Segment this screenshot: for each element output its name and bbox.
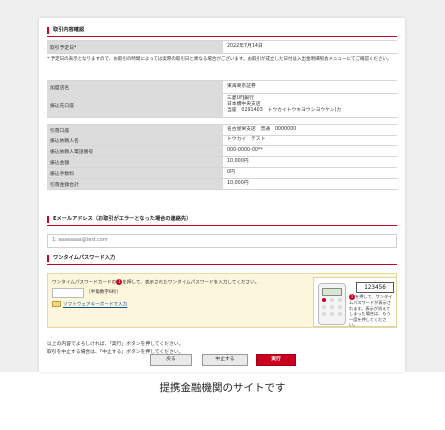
keyboard-icon bbox=[52, 301, 61, 307]
otp-panel: ワンタイムパスワードカードの 1 を押して、表示されたワンタイムパスワードを入力して… bbox=[47, 273, 397, 328]
detail-label: 引落口座 bbox=[47, 125, 223, 135]
token-button-icon bbox=[330, 305, 334, 309]
confirm-line-1: 以上の内容でよろしければ、「実行」ボタンを押してください。 bbox=[47, 342, 184, 347]
section-divider bbox=[47, 36, 397, 37]
detail-value: 名古屋栄支店 普通 0000000 bbox=[227, 127, 297, 132]
token-screen bbox=[322, 288, 342, 296]
token-button-icon bbox=[322, 312, 326, 316]
otp-input-hint: （半角数字6桁） bbox=[86, 290, 122, 295]
destination-value: 三菱UFJ銀行 日本橋中央支店 当座 0291403 トウカイトウキヨウシヨウケ… bbox=[227, 93, 397, 117]
screenshot-frame: 取引内容確認 取引予定日* 2022年7月14日 * 予定日の表示となりますので… bbox=[0, 0, 445, 372]
detail-row: 振込金額 10,000円 bbox=[47, 157, 397, 168]
detail-value: 10,000円 bbox=[227, 181, 249, 186]
confirmation-card: 取引内容確認 取引予定日* 2022年7月14日 * 予定日の表示となりますので… bbox=[39, 18, 405, 372]
token-lcd-display: 123456 bbox=[356, 282, 394, 293]
detail-label: 引落金額合計 bbox=[47, 179, 223, 189]
image-caption: 提携金融機関のサイトです bbox=[159, 382, 286, 394]
date-row: 取引予定日* 2022年7月14日 bbox=[47, 40, 397, 54]
date-note: * 予定日の表示となりますので、お取引の時間によっては実際の取引日と異なる場合が… bbox=[47, 57, 392, 62]
device-note-text: を押して、ワンタイムパスワードが表示されます。表示が消えてしまった場合は、もう一… bbox=[349, 294, 393, 327]
software-keyboard-link[interactable]: ソフトウェアキーボードで入力 bbox=[52, 301, 127, 308]
detail-label: 振込依頼人電話番号 bbox=[47, 146, 223, 156]
detail-row: 振込手数料 0円 bbox=[47, 168, 397, 179]
email-field[interactable]: 1: aaaaaaaa@test.com bbox=[47, 234, 397, 248]
section-divider bbox=[47, 264, 397, 265]
detail-label: 振込手数料 bbox=[47, 168, 223, 178]
date-label: 取引予定日* bbox=[47, 41, 223, 53]
transaction-section-title: 取引内容確認 bbox=[47, 27, 84, 34]
destination-row: 振込先口座 三菱UFJ銀行 日本橋中央支店 当座 0291403 トウカイトウキ… bbox=[47, 93, 397, 118]
token-button-icon bbox=[322, 298, 326, 302]
token-button-icon bbox=[338, 312, 342, 316]
section-divider bbox=[47, 225, 397, 226]
token-button-icon bbox=[330, 312, 334, 316]
store-value: 東海東京証券 bbox=[227, 84, 256, 89]
otp-instruction-pre: ワンタイムパスワードカードの bbox=[52, 280, 117, 286]
execute-button[interactable]: 実行 bbox=[256, 354, 296, 366]
token-button-icon bbox=[338, 305, 342, 309]
store-label: 加盟店名 bbox=[47, 81, 223, 93]
detail-row: 振込依頼人電話番号 000-0000-00** bbox=[47, 146, 397, 157]
destination-label: 振込先口座 bbox=[47, 93, 223, 117]
otp-instruction: ワンタイムパスワードカードの 1 を押して、表示されたワンタイムパスワードを入力して… bbox=[52, 279, 259, 286]
otp-device-illustration: 123456 1 を押して、ワンタイムパスワードが表示されます。表示が消えてしまっ… bbox=[313, 277, 397, 327]
detail-label: 振込金額 bbox=[47, 157, 223, 167]
date-value: 2022年7月14日 bbox=[227, 44, 263, 49]
detail-value: 0円 bbox=[227, 170, 235, 175]
device-note: 1 を押して、ワンタイムパスワードが表示されます。表示が消えてしまった場合は、もう… bbox=[349, 294, 394, 328]
otp-section-title: ワンタイムパスワード入力 bbox=[47, 255, 115, 262]
otp-instruction-post: を押して、表示されたワンタイムパスワードを入力してください。 bbox=[122, 280, 260, 286]
token-button-icon bbox=[338, 298, 342, 302]
detail-value: 000-0000-00** bbox=[227, 148, 263, 153]
store-row: 加盟店名 東海東京証券 bbox=[47, 80, 397, 94]
detail-row: 引落金額合計 10,000円 bbox=[47, 179, 397, 190]
detail-value: トウカイ テスト bbox=[227, 137, 266, 142]
email-section-title: Eメールアドレス（お取引がエラーとなった場合の連絡先） bbox=[47, 216, 191, 223]
back-button[interactable]: 戻る bbox=[150, 354, 192, 366]
token-device-icon bbox=[318, 283, 346, 325]
detail-row: 振込依頼人名 トウカイ テスト bbox=[47, 135, 397, 146]
software-keyboard-label: ソフトウェアキーボードで入力 bbox=[63, 302, 128, 308]
cancel-button[interactable]: 中止する bbox=[202, 354, 248, 366]
otp-input[interactable] bbox=[52, 288, 84, 298]
detail-value: 10,000円 bbox=[227, 159, 249, 164]
token-button-icon bbox=[322, 305, 326, 309]
destination-account: 当座 0291403 トウカイトウキヨウシヨウケン(カ bbox=[227, 108, 342, 113]
token-button-icon bbox=[330, 298, 334, 302]
detail-label: 振込依頼人名 bbox=[47, 135, 223, 145]
